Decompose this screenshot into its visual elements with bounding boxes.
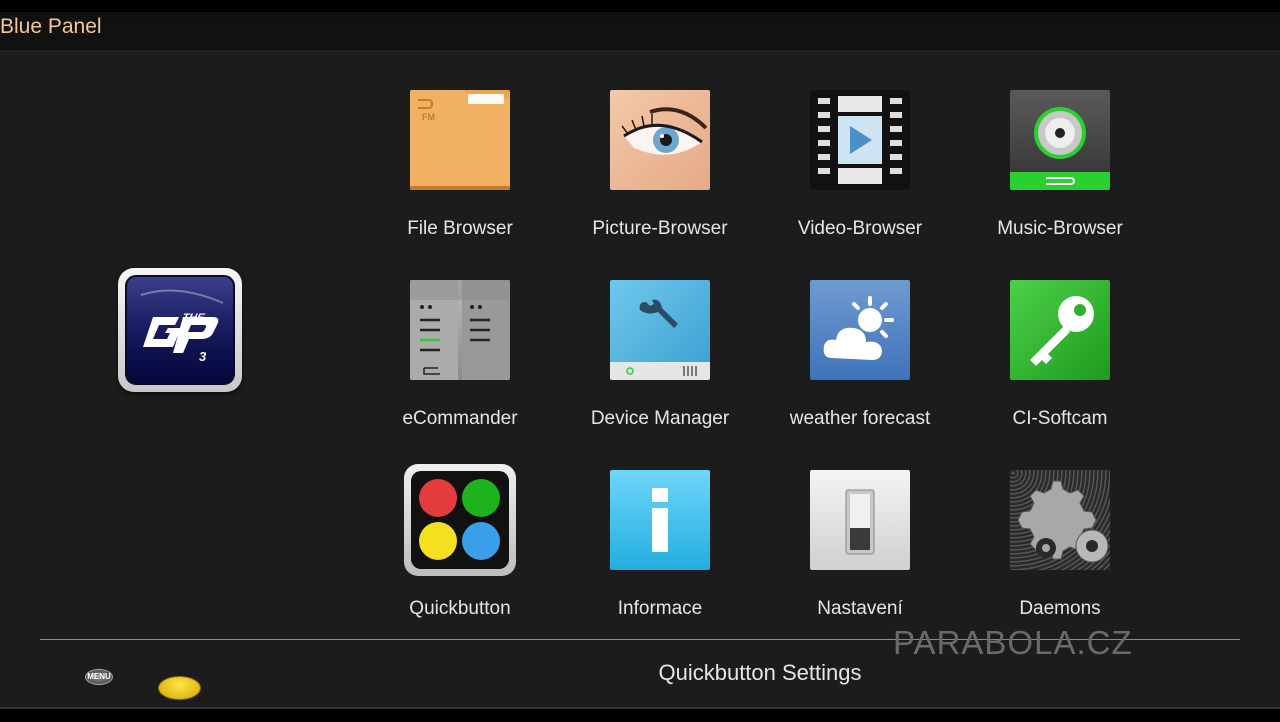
svg-text:3: 3 — [199, 349, 207, 364]
app-label: Quickbutton — [409, 598, 511, 619]
app-label: Nastavení — [817, 598, 903, 619]
app-nastaveni[interactable]: Nastavení — [770, 470, 950, 640]
app-label: Device Manager — [590, 408, 730, 429]
app-label: File Browser — [407, 218, 513, 239]
app-label: Music-Browser — [997, 218, 1123, 239]
key-icon — [1010, 280, 1110, 380]
app-video-browser[interactable]: Video-Browser — [770, 90, 950, 260]
svg-text:FM: FM — [422, 112, 435, 122]
gear-icon — [1010, 470, 1110, 570]
watermark: PARABOLA.CZ — [893, 624, 1133, 661]
speaker-icon — [1010, 90, 1110, 190]
app-label: eCommander — [402, 408, 518, 429]
color-buttons-icon — [404, 464, 516, 576]
title-bar: Blue Panel — [0, 0, 1280, 52]
folder-icon: FM — [410, 90, 510, 190]
eye-icon — [610, 90, 710, 190]
app-informace[interactable]: Informace — [570, 470, 750, 640]
app-label: CI-Softcam — [1012, 408, 1108, 429]
wrench-icon — [610, 280, 710, 380]
app-label: Picture-Browser — [592, 218, 728, 239]
dual-pane-icon — [410, 280, 510, 380]
app-device-manager[interactable]: Device Manager — [570, 280, 750, 450]
app-ecommander[interactable]: eCommander — [370, 280, 550, 450]
app-quickbutton[interactable]: Quickbutton — [370, 464, 550, 640]
gp3-logo-icon: THE 3 — [140, 289, 224, 364]
film-icon — [810, 90, 910, 190]
app-daemons[interactable]: Daemons — [970, 470, 1150, 640]
app-label: Informace — [617, 598, 703, 619]
app-label: weather forecast — [789, 408, 931, 429]
switch-icon — [810, 470, 910, 570]
app-weather-forecast[interactable]: weather forecast — [770, 280, 950, 450]
menu-button[interactable]: MENU — [85, 669, 113, 685]
info-icon — [610, 470, 710, 570]
window-title: Blue Panel — [0, 15, 102, 38]
app-music-browser[interactable]: Music-Browser — [970, 90, 1150, 260]
app-file-browser[interactable]: FM File Browser — [370, 90, 550, 260]
app-ci-softcam[interactable]: CI-Softcam — [970, 280, 1150, 450]
quickbutton-settings-label: Quickbutton Settings — [658, 660, 862, 685]
gp3-logo: THE 3 — [118, 268, 242, 392]
weather-icon — [810, 280, 910, 380]
app-label: Video-Browser — [797, 218, 923, 239]
yellow-button[interactable] — [158, 676, 201, 700]
app-picture-browser[interactable]: Picture-Browser — [570, 90, 750, 260]
app-label: Daemons — [1019, 598, 1101, 619]
